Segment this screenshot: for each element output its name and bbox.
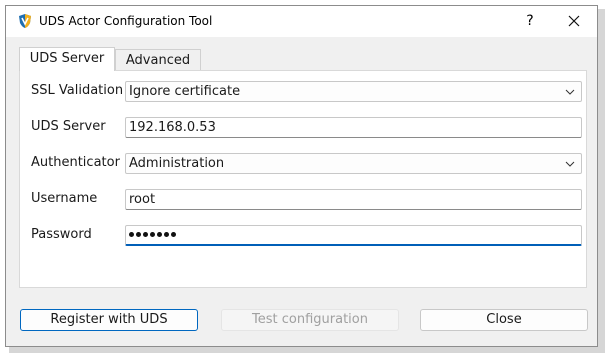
password-mask-dot — [150, 232, 155, 237]
authenticator-label: Authenticator — [31, 155, 120, 170]
close-icon — [568, 15, 580, 27]
ssl-validation-select[interactable]: Ignore certificate — [125, 81, 582, 102]
tab-panel-uds-server — [19, 70, 587, 288]
test-configuration-button[interactable]: Test configuration — [221, 309, 399, 331]
password-mask-dot — [143, 232, 148, 237]
username-value: root — [129, 192, 156, 207]
chevron-down-icon — [565, 161, 575, 167]
uds-server-label: UDS Server — [31, 119, 106, 134]
password-input[interactable] — [125, 225, 582, 246]
title-bar: UDS Actor Configuration Tool ? — [6, 6, 597, 37]
uds-server-value: 192.168.0.53 — [129, 120, 216, 135]
config-dialog: UDS Actor Configuration Tool ? UDS Serve… — [5, 5, 598, 347]
password-mask-dot — [171, 232, 176, 237]
password-mask-dot — [136, 232, 141, 237]
tab-advanced[interactable]: Advanced — [115, 49, 201, 71]
ssl-validation-label: SSL Validation — [31, 83, 124, 98]
username-label: Username — [31, 191, 98, 206]
ssl-validation-value: Ignore certificate — [129, 84, 241, 99]
tab-uds-server[interactable]: UDS Server — [19, 47, 115, 71]
username-input[interactable]: root — [125, 189, 582, 210]
authenticator-value: Administration — [129, 156, 225, 171]
password-mask-dot — [164, 232, 169, 237]
password-mask-dot — [129, 232, 134, 237]
close-window-button[interactable] — [561, 9, 587, 33]
password-mask — [129, 232, 176, 238]
help-button[interactable]: ? — [518, 9, 542, 33]
uds-server-input[interactable]: 192.168.0.53 — [125, 117, 582, 138]
close-button[interactable]: Close — [420, 309, 588, 331]
password-label: Password — [31, 227, 92, 242]
window-title: UDS Actor Configuration Tool — [39, 14, 213, 28]
password-mask-dot — [157, 232, 162, 237]
authenticator-select[interactable]: Administration — [125, 153, 582, 174]
register-button[interactable]: Register with UDS — [20, 309, 198, 331]
uds-shield-icon — [17, 13, 33, 29]
chevron-down-icon — [565, 89, 575, 95]
